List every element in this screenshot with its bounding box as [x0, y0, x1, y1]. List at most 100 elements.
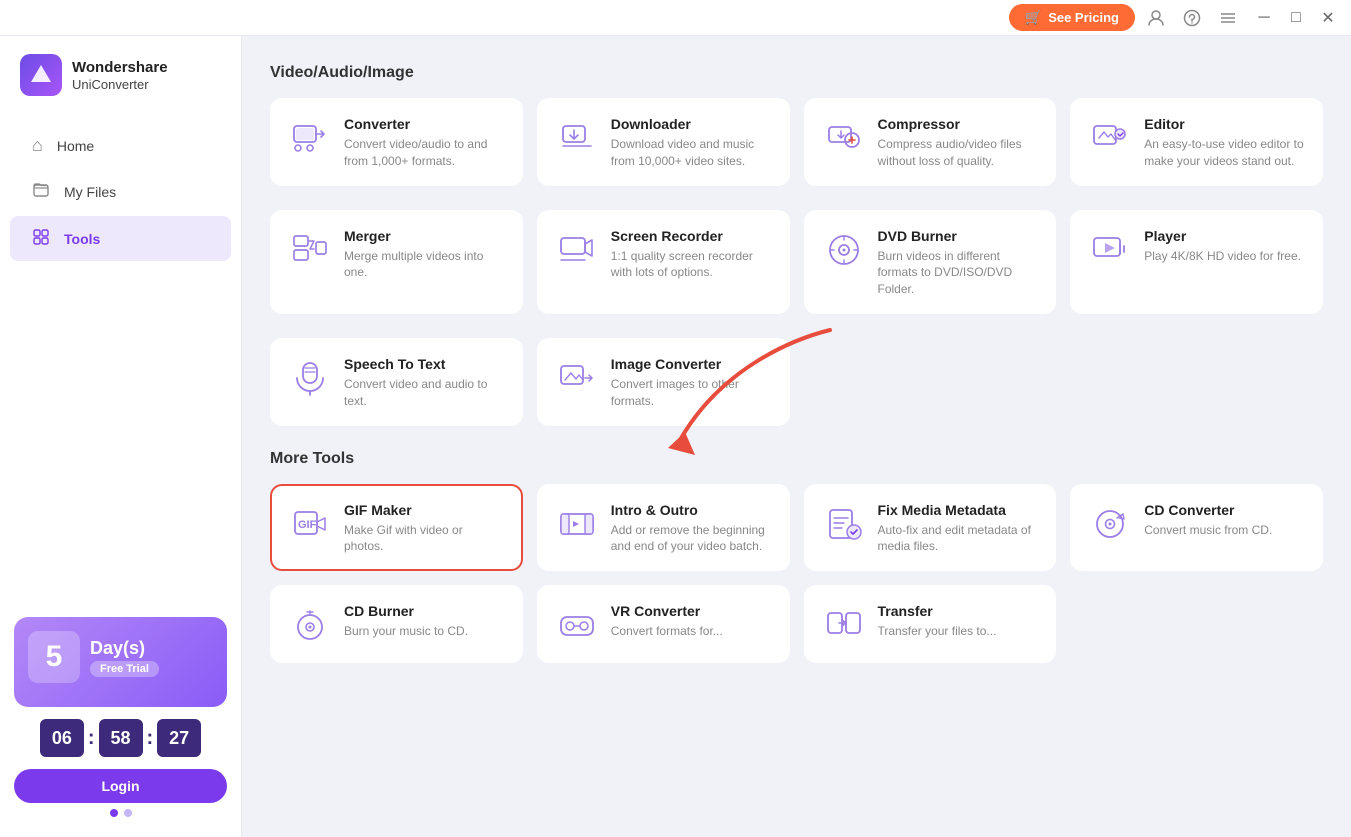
maximize-button[interactable]: □ — [1281, 3, 1311, 33]
editor-info: Editor An easy-to-use video editor to ma… — [1144, 116, 1305, 170]
tool-gif-maker[interactable]: GIF GIF Maker Make Gif with video or pho… — [270, 484, 523, 572]
tool-dvd-burner[interactable]: DVD Burner Burn videos in different form… — [804, 210, 1057, 314]
gif-maker-info: GIF Maker Make Gif with video or photos. — [344, 502, 505, 556]
support-button[interactable] — [1177, 3, 1207, 33]
tool-merger[interactable]: Merger Merge multiple videos into one. — [270, 210, 523, 314]
tools-row-2: Merger Merge multiple videos into one. S… — [270, 210, 1323, 314]
tool-player[interactable]: Player Play 4K/8K HD video for free. — [1070, 210, 1323, 314]
dvd-burner-name: DVD Burner — [878, 228, 1039, 244]
cd-converter-info: CD Converter Convert music from CD. — [1144, 502, 1305, 539]
merger-icon — [288, 228, 332, 272]
player-name: Player — [1144, 228, 1305, 244]
vr-converter-info: VR Converter Convert formats for... — [611, 603, 772, 640]
image-converter-icon — [555, 356, 599, 400]
cd-burner-info-more: CD Burner Burn your music to CD. — [344, 603, 505, 640]
account-button[interactable] — [1141, 3, 1171, 33]
converter-icon — [288, 116, 332, 160]
tools-row-3: Speech To Text Convert video and audio t… — [270, 338, 1323, 426]
main-content: Video/Audio/Image Converter Convert vide… — [242, 36, 1351, 837]
myfiles-label: My Files — [64, 184, 116, 200]
editor-name: Editor — [1144, 116, 1305, 132]
tool-compressor[interactable]: Compressor Compress audio/video files wi… — [804, 98, 1057, 186]
logo-icon — [20, 54, 62, 96]
tool-transfer[interactable]: Transfer Transfer your files to... — [804, 585, 1057, 663]
logo-area: Wondershare UniConverter — [0, 36, 241, 114]
trial-badge: Free Trial — [90, 661, 159, 677]
fix-media-metadata-info: Fix Media Metadata Auto-fix and edit met… — [878, 502, 1039, 556]
dvd-burner-info: DVD Burner Burn videos in different form… — [878, 228, 1039, 298]
tool-vr-converter[interactable]: VR Converter Convert formats for... — [537, 585, 790, 663]
tool-intro-outro[interactable]: Intro & Outro Add or remove the beginnin… — [537, 484, 790, 572]
cart-icon: 🛒 — [1025, 9, 1042, 26]
tool-converter[interactable]: Converter Convert video/audio to and fro… — [270, 98, 523, 186]
trial-number: 5 — [28, 631, 80, 683]
intro-outro-icon — [555, 502, 599, 546]
brand-name: Wondershare — [72, 59, 168, 77]
screen-recorder-info: Screen Recorder 1:1 quality screen recor… — [611, 228, 772, 282]
editor-desc: An easy-to-use video editor to make your… — [1144, 136, 1305, 170]
cd-burner-name-more: CD Burner — [344, 603, 505, 619]
speech-to-text-icon — [288, 356, 332, 400]
section-title-video: Video/Audio/Image — [270, 64, 1323, 82]
more-tools-row-1: GIF GIF Maker Make Gif with video or pho… — [270, 484, 1323, 572]
see-pricing-button[interactable]: 🛒 See Pricing — [1009, 4, 1135, 31]
converter-desc: Convert video/audio to and from 1,000+ f… — [344, 136, 505, 170]
tool-screen-recorder[interactable]: Screen Recorder 1:1 quality screen recor… — [537, 210, 790, 314]
menu-button[interactable] — [1213, 3, 1243, 33]
see-pricing-label: See Pricing — [1048, 10, 1119, 25]
window-controls: ─ □ ✕ — [1249, 3, 1343, 33]
timer-minutes: 58 — [99, 719, 143, 757]
downloader-name: Downloader — [611, 116, 772, 132]
tool-fix-media-metadata[interactable]: Fix Media Metadata Auto-fix and edit met… — [804, 484, 1057, 572]
login-button[interactable]: Login — [14, 769, 227, 803]
minimize-button[interactable]: ─ — [1249, 3, 1279, 33]
compressor-name: Compressor — [878, 116, 1039, 132]
sidebar-item-tools[interactable]: Tools — [10, 216, 231, 261]
myfiles-icon — [32, 180, 50, 203]
transfer-icon — [822, 603, 866, 647]
screen-recorder-icon — [555, 228, 599, 272]
sidebar-item-home[interactable]: ⌂ Home — [10, 124, 231, 167]
dot-1 — [110, 809, 118, 817]
cd-converter-desc: Convert music from CD. — [1144, 522, 1305, 539]
tool-speech-to-text[interactable]: Speech To Text Convert video and audio t… — [270, 338, 523, 426]
vr-converter-desc: Convert formats for... — [611, 623, 772, 640]
timer-colon-2: : — [147, 727, 154, 750]
sidebar-item-myfiles[interactable]: My Files — [10, 169, 231, 214]
fix-media-metadata-desc: Auto-fix and edit metadata of media file… — [878, 522, 1039, 556]
nav-items: ⌂ Home My Files — [0, 114, 241, 271]
speech-to-text-desc: Convert video and audio to text. — [344, 376, 505, 410]
converter-name: Converter — [344, 116, 505, 132]
timer-hours: 06 — [40, 719, 84, 757]
player-icon — [1088, 228, 1132, 272]
intro-outro-name: Intro & Outro — [611, 502, 772, 518]
compressor-info: Compressor Compress audio/video files wi… — [878, 116, 1039, 170]
tool-cd-converter[interactable]: CD Converter Convert music from CD. — [1070, 484, 1323, 572]
tool-cd-burner[interactable]: CD Burner Burn your music to CD. — [270, 585, 523, 663]
merger-info: Merger Merge multiple videos into one. — [344, 228, 505, 282]
downloader-desc: Download video and music from 10,000+ vi… — [611, 136, 772, 170]
trial-days: 5 Day(s) Free Trial — [28, 631, 213, 683]
vr-converter-icon — [555, 603, 599, 647]
trial-days-label: Day(s) — [90, 638, 159, 659]
home-label: Home — [57, 138, 94, 154]
product-name: UniConverter — [72, 77, 168, 92]
tool-editor[interactable]: Editor An easy-to-use video editor to ma… — [1070, 98, 1323, 186]
more-tools-row-2: CD Burner Burn your music to CD. — [270, 585, 1323, 663]
timer-seconds: 27 — [157, 719, 201, 757]
dot-2 — [124, 809, 132, 817]
more-tools-section: More Tools GIF GIF Maker Make Gif with v… — [270, 450, 1323, 664]
trial-card: 5 Day(s) Free Trial — [14, 617, 227, 707]
cd-converter-icon — [1088, 502, 1132, 546]
intro-outro-info: Intro & Outro Add or remove the beginnin… — [611, 502, 772, 556]
transfer-desc: Transfer your files to... — [878, 623, 1039, 640]
transfer-name: Transfer — [878, 603, 1039, 619]
close-button[interactable]: ✕ — [1313, 3, 1343, 33]
tool-downloader[interactable]: Downloader Download video and music from… — [537, 98, 790, 186]
logo-text: Wondershare UniConverter — [72, 59, 168, 92]
fix-media-metadata-name: Fix Media Metadata — [878, 502, 1039, 518]
tool-image-converter[interactable]: Image Converter Convert images to other … — [537, 338, 790, 426]
image-converter-desc: Convert images to other formats. — [611, 376, 772, 410]
timer-colon-1: : — [88, 727, 95, 750]
dvd-burner-desc: Burn videos in different formats to DVD/… — [878, 248, 1039, 298]
